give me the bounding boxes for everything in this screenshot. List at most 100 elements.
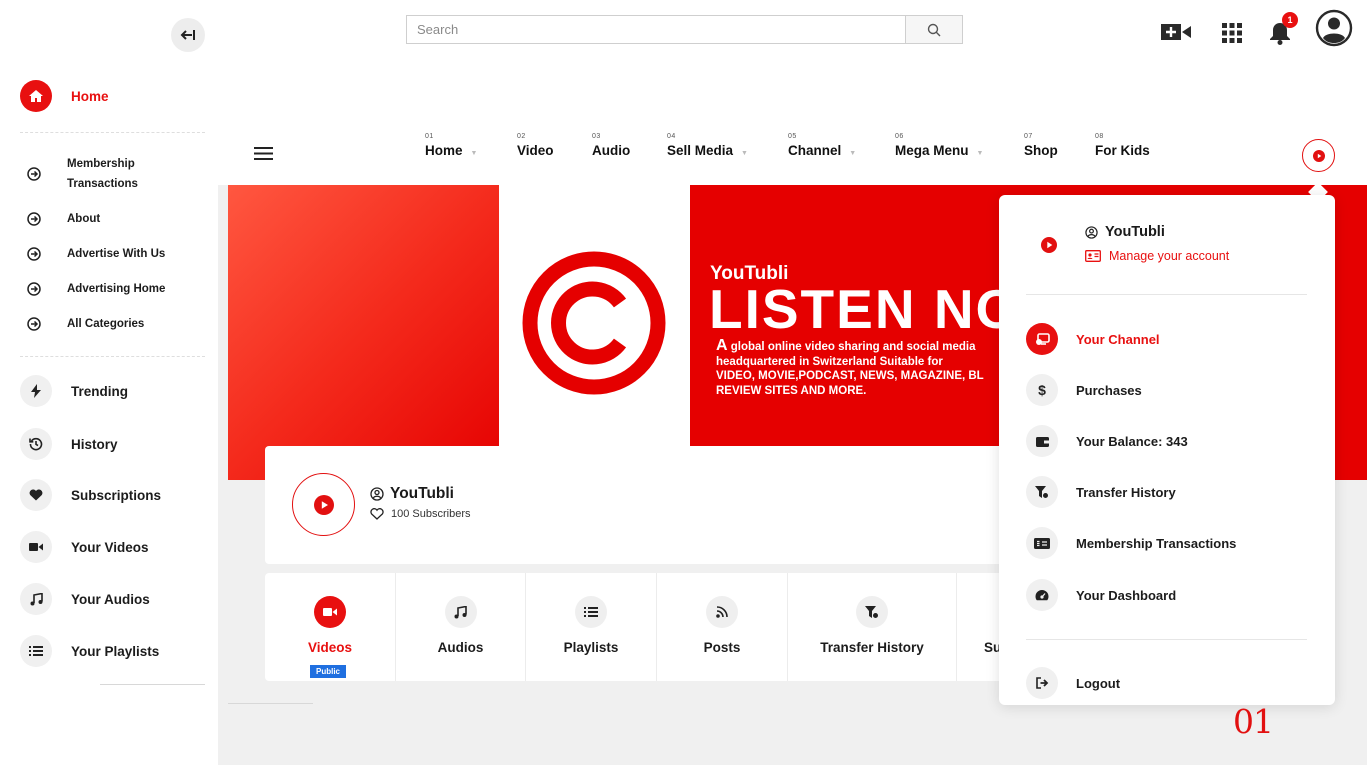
nav-item-audio[interactable]: 03 Audio [592,133,630,158]
sidebar-link-about[interactable]: About [27,209,100,229]
search-icon [927,23,941,36]
banner-headline: LISTEN NO [709,278,1021,340]
music-icon [444,596,477,628]
nav-number: 07 [1024,133,1033,140]
apps-button[interactable] [1220,21,1244,45]
home-icon [20,80,52,112]
sidebar-item-trending[interactable]: Trending [20,375,128,407]
nav-label: Video [517,143,554,158]
nav-number: 08 [1095,133,1104,140]
sidebar-link-membership-transactions[interactable]: Membership Transactions [27,154,157,194]
arrow-left-bar-icon [180,30,195,40]
nav-item-home[interactable]: 01 Home ▼ [425,133,477,158]
menu-item-label: Your Channel [1076,331,1160,347]
search-bar [406,15,963,44]
arrow-circle-right-icon [27,212,41,226]
nav-item-video[interactable]: 02 Video [517,133,554,158]
nav-number: 03 [592,133,601,140]
nav-label: Sell Media [667,143,734,158]
nav-item-channel[interactable]: 05 Channel ▼ [788,133,856,158]
nav-label: Mega Menu [895,143,969,158]
user-circle-icon [370,487,384,501]
sidebar-divider [100,684,205,685]
sidebar-item-your-videos[interactable]: Your Videos [20,531,149,563]
sidebar-item-label: Trending [71,383,128,399]
search-input[interactable] [407,16,905,43]
menu-item-logout[interactable]: Logout [1026,667,1120,699]
sidebar-collapse-button[interactable] [171,18,205,52]
list-icon [575,596,607,628]
sidebar-link-label: Advertise With Us [67,248,166,260]
tab-posts[interactable]: Posts [657,573,788,681]
public-badge: Public [310,665,347,678]
sidebar-item-your-playlists[interactable]: Your Playlists [20,635,159,667]
menu-item-your-balance[interactable]: Your Balance: 343 [1026,425,1188,457]
nav-number: 04 [667,133,676,140]
nav-label: Channel [788,143,842,158]
sidebar-link-advertising-home[interactable]: Advertising Home [27,279,165,299]
tab-audios[interactable]: Audios [396,573,526,681]
menu-item-label: Your Balance: 343 [1076,433,1188,449]
channel-tabs: Videos Public Audios Playlists Posts Tra… [265,573,1025,681]
nav-item-for-kids[interactable]: 08 For Kids [1095,133,1150,158]
account-menu-button[interactable] [1302,139,1335,172]
sidebar-item-subscriptions[interactable]: Subscriptions [20,479,161,511]
nav-item-shop[interactable]: 07 Shop [1024,133,1058,158]
arrow-circle-right-icon [27,247,41,261]
menu-item-membership-transactions[interactable]: Membership Transactions [1026,527,1236,559]
tab-transfer-history[interactable]: Transfer History [788,573,957,681]
nav-item-sell-media[interactable]: 04 Sell Media ▼ [667,133,748,158]
video-icon [314,596,346,628]
menu-item-your-channel[interactable]: Your Channel [1026,323,1160,355]
nav-item-mega-menu[interactable]: 06 Mega Menu ▼ [895,133,983,158]
menu-item-label: Your Dashboard [1076,587,1177,603]
search-button[interactable] [905,16,962,43]
list-icon [20,635,52,667]
manage-account-link[interactable]: Manage your account [1085,249,1229,263]
nav-number: 06 [895,133,904,140]
sidebar-link-all-categories[interactable]: All Categories [27,314,144,334]
menu-item-transfer-history[interactable]: Transfer History [1026,476,1176,508]
content-divider [228,703,313,704]
hamburger-menu-button[interactable] [254,146,274,166]
channel-avatar[interactable] [292,473,355,536]
sidebar-link-label: Advertising Home [67,283,166,295]
menu-item-label: Transfer History [1076,484,1176,500]
banner-desc-line2: headquartered in Switzerland Suitable fo… [716,355,943,368]
menu-item-your-dashboard[interactable]: Your Dashboard [1026,579,1176,611]
sidebar-link-label: All Categories [67,318,145,330]
subscriber-count: 100 Subscribers [370,508,471,520]
sidebar-item-home[interactable]: Home [20,80,109,112]
account-username-text: YouTubli [1105,224,1165,240]
sidebar-link-advertise-with-us[interactable]: Advertise With Us [27,244,165,264]
user-avatar-button[interactable] [1315,9,1353,47]
upload-video-button[interactable] [1159,20,1193,44]
channel-info-card [265,446,1025,564]
sidebar-item-label: Your Playlists [71,643,160,659]
tab-label: Videos [307,640,353,655]
dashboard-icon [1026,579,1058,611]
channel-icon [1026,323,1058,355]
nav-number: 01 [425,133,434,140]
add-video-icon [1161,24,1191,40]
manage-account-text: Manage your account [1109,249,1230,263]
play-logo-icon [1041,237,1057,253]
sidebar-link-label: Membership Transactions [67,158,138,190]
nav-label: Shop [1024,143,1058,158]
account-username: YouTubli [1085,224,1165,240]
sidebar-item-history[interactable]: History [20,428,118,460]
page-number: 01 [1233,702,1274,741]
dropdown-divider [1026,639,1307,640]
copyright-logo-icon [522,251,666,395]
tab-videos[interactable]: Videos Public [265,573,396,681]
arrow-circle-right-icon [27,167,41,181]
menu-item-purchases[interactable]: $ Purchases [1026,374,1142,406]
channel-name[interactable]: YouTubli [370,485,454,503]
history-icon [20,428,52,460]
tab-playlists[interactable]: Playlists [526,573,657,681]
sidebar-home-label: Home [71,88,109,104]
chevron-down-icon: ▼ [470,150,478,157]
funnel-icon [856,596,888,628]
sidebar-item-your-audios[interactable]: Your Audios [20,583,150,615]
heart-outline-icon [370,508,384,520]
